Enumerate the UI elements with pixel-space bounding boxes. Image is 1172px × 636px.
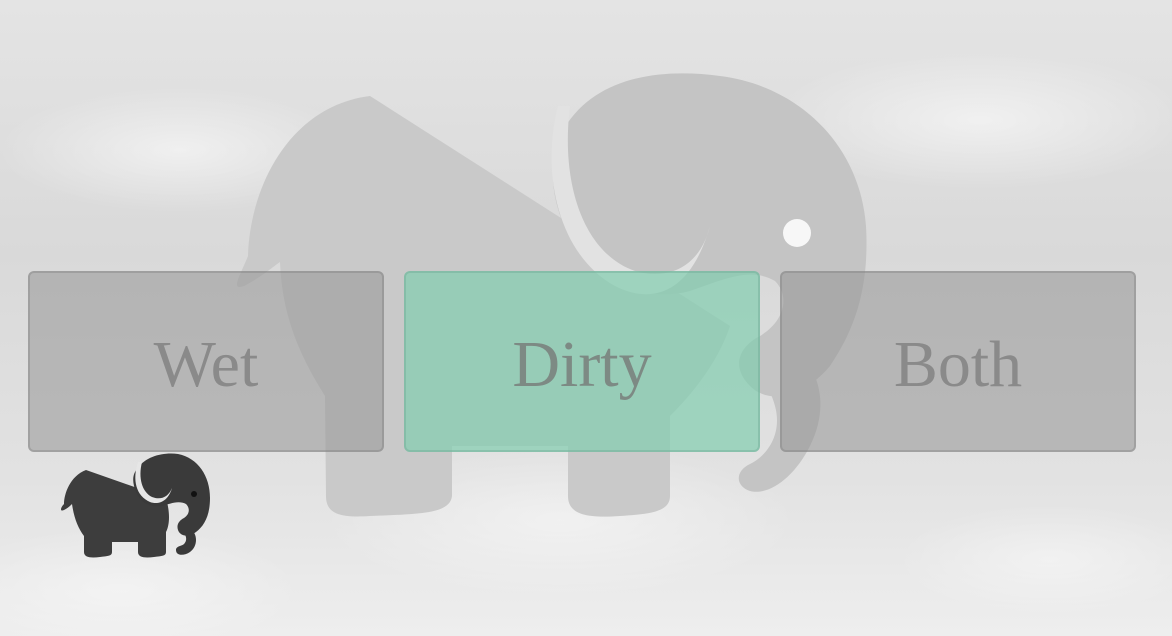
both-label: Both (893, 327, 1023, 401)
dirty-label: Dirty (512, 327, 652, 401)
dirty-button[interactable]: Dirty (404, 271, 760, 452)
wet-label: Wet (153, 327, 259, 401)
both-button[interactable]: Both (780, 271, 1136, 452)
wet-button[interactable]: Wet (28, 271, 384, 452)
elephant-logo-icon (61, 453, 210, 558)
